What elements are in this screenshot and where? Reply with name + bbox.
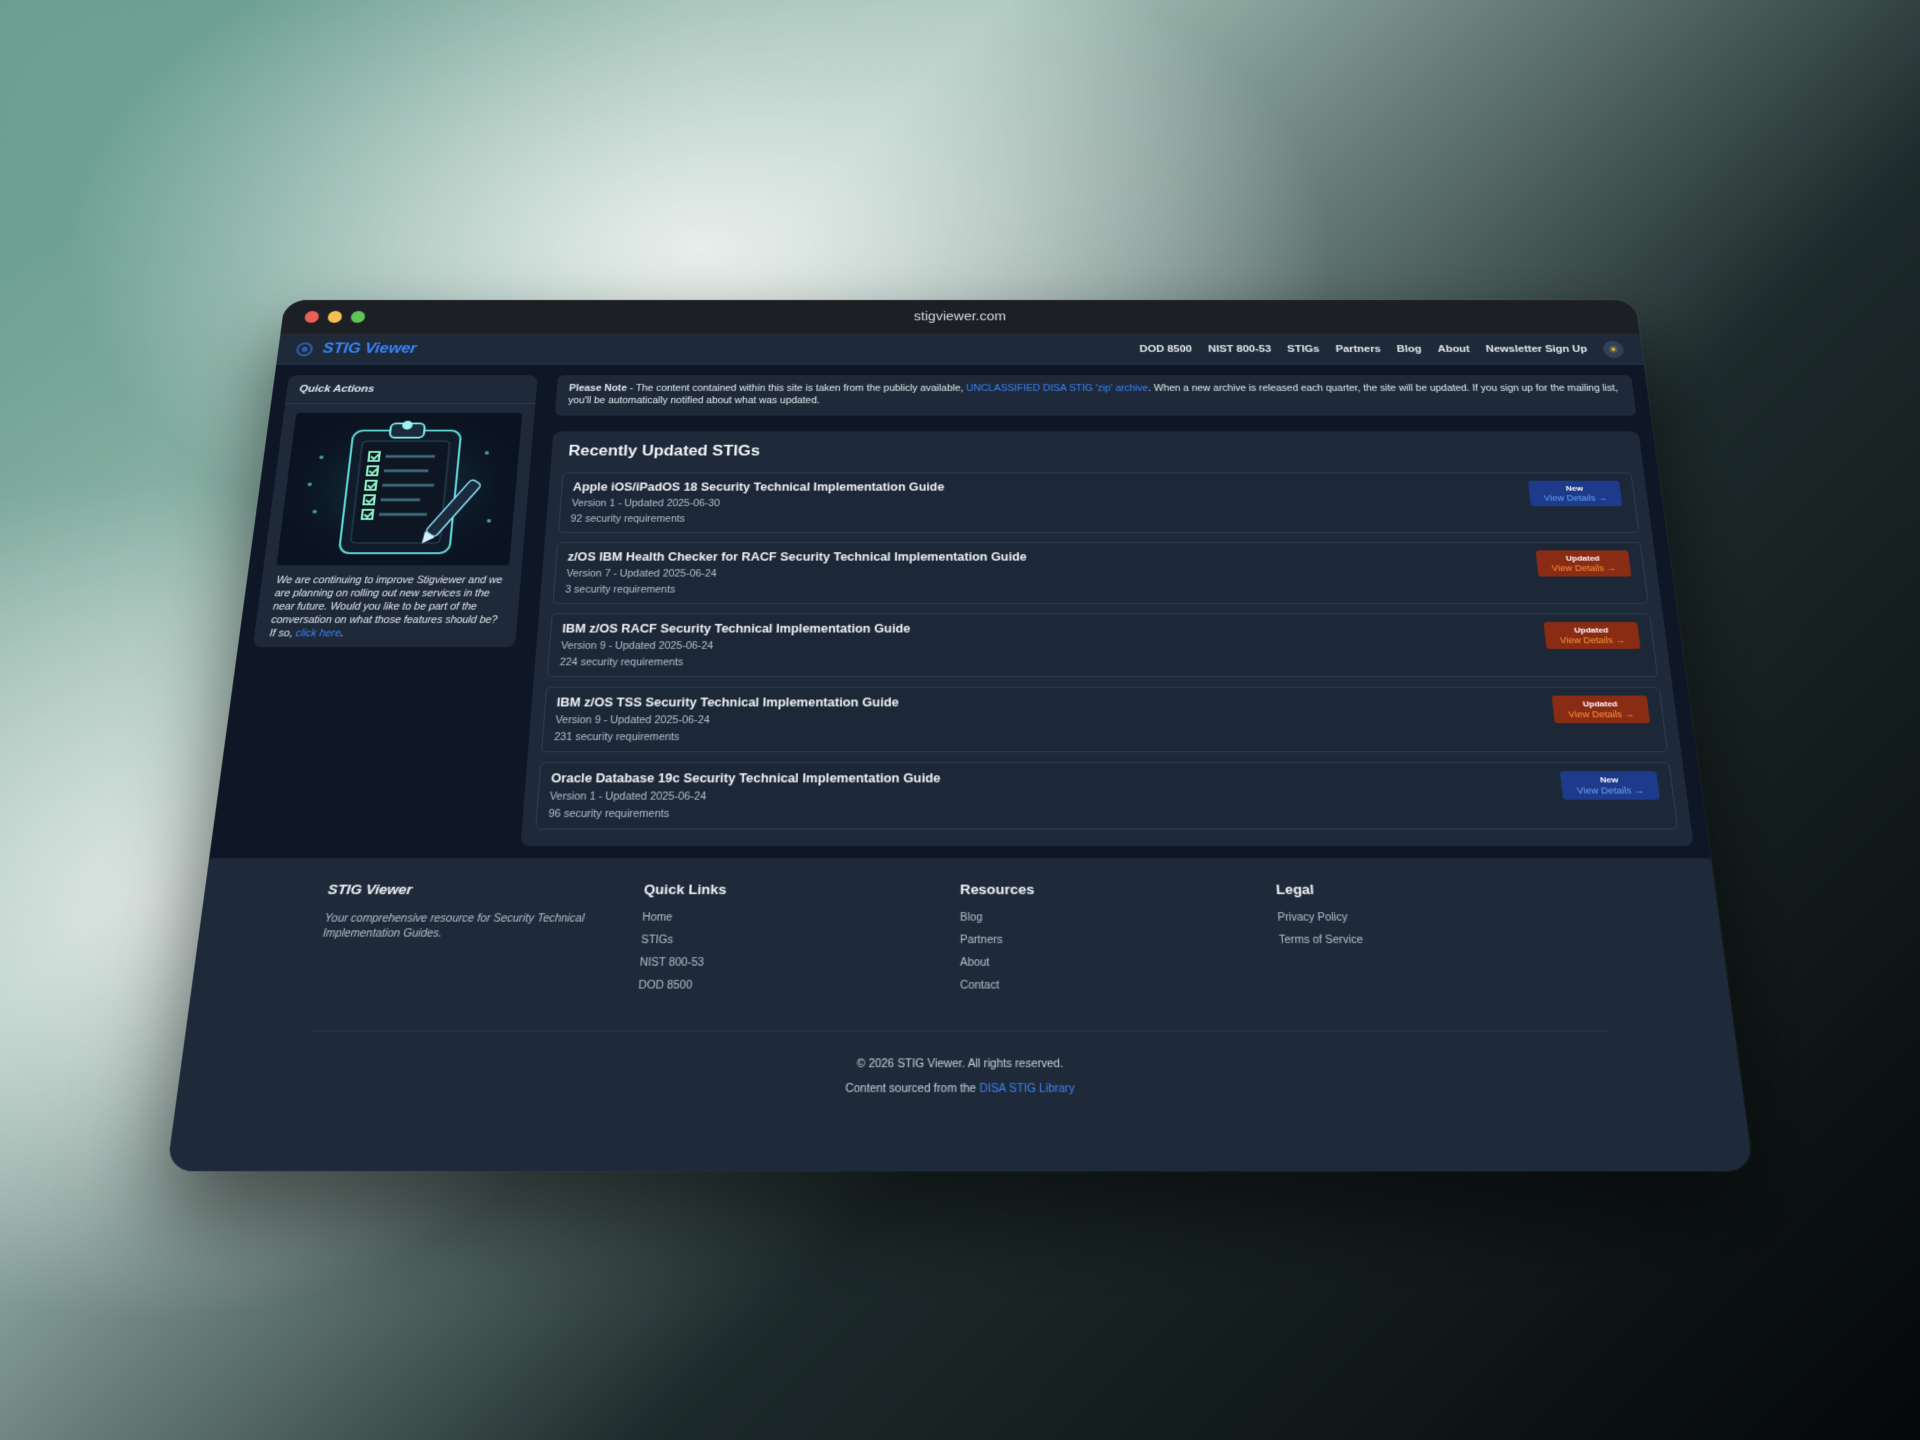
clipboard-illustration	[276, 412, 523, 566]
brand[interactable]: STIG Viewer	[295, 342, 417, 357]
footer-tagline: Your comprehensive resource for Security…	[322, 913, 585, 940]
stig-title: Apple iOS/iPadOS 18 Security Technical I…	[572, 480, 945, 494]
main-area: Quick Actions We are continuing to impro…	[209, 364, 1711, 859]
scene: stigviewer.com STIG Viewer DOD 8500 NIST…	[0, 0, 1920, 1440]
footer-link-stigs[interactable]: STIGs	[641, 935, 960, 947]
footer-link-about[interactable]: About	[960, 957, 1281, 969]
sourced-prefix: Content sourced from the	[845, 1082, 980, 1096]
stig-title: z/OS IBM Health Checker for RACF Securit…	[567, 550, 1027, 564]
status-badge: Updated	[1582, 699, 1618, 709]
view-details-button[interactable]: New View Details →	[1527, 480, 1623, 507]
shield-logo-icon	[295, 342, 314, 357]
disa-archive-link[interactable]: UNCLASSIFIED DISA STIG 'zip' archive	[966, 384, 1148, 394]
footer-legal: Legal Privacy Policy Terms of Service	[1276, 881, 1605, 1002]
nav-link-partners[interactable]: Partners	[1335, 344, 1381, 354]
stig-card[interactable]: Oracle Database 19c Security Technical I…	[535, 762, 1679, 830]
address-bar[interactable]: stigviewer.com	[282, 309, 1638, 323]
footer-link-home[interactable]: Home	[642, 912, 960, 924]
footer-link-nist[interactable]: NIST 800-53	[639, 957, 960, 969]
title-bar: stigviewer.com	[280, 300, 1640, 335]
browser-window: stigviewer.com STIG Viewer DOD 8500 NIST…	[166, 300, 1754, 1172]
stig-title: IBM z/OS RACF Security Technical Impleme…	[561, 622, 911, 636]
footer-link-partners[interactable]: Partners	[960, 935, 1279, 947]
nav-link-stigs[interactable]: STIGs	[1287, 344, 1320, 354]
clipboard-checklist-icon	[276, 412, 523, 566]
stig-version: Version 9 - Updated 2025-06-24	[560, 641, 714, 652]
view-details-button[interactable]: New View Details →	[1559, 771, 1660, 800]
footer-link-privacy[interactable]: Privacy Policy	[1277, 912, 1596, 924]
stig-requirements: 92 security requirements	[570, 514, 686, 525]
footer-link-contact[interactable]: Contact	[960, 980, 1282, 992]
content-column: Please Note - The content contained with…	[520, 375, 1694, 846]
view-details-label: View Details →	[1567, 709, 1635, 720]
click-here-link[interactable]: click here	[295, 629, 341, 640]
footer-legal-heading: Legal	[1275, 881, 1315, 898]
status-badge: Updated	[1565, 554, 1601, 563]
stig-version: Version 1 - Updated 2025-06-30	[571, 498, 721, 509]
brand-name: STIG Viewer	[321, 341, 418, 357]
footer-quick-links-heading: Quick Links	[643, 881, 727, 898]
view-details-label: View Details →	[1551, 563, 1617, 573]
copyright-text: © 2026 STIG Viewer. All rights reserved.	[856, 1058, 1064, 1071]
stig-requirements: 231 security requirements	[553, 732, 680, 744]
footer-link-blog[interactable]: Blog	[960, 912, 1278, 924]
recently-updated-heading: Recently Updated STIGs	[567, 443, 761, 460]
stig-version: Version 7 - Updated 2025-06-24	[566, 569, 717, 580]
nav-link-blog[interactable]: Blog	[1396, 344, 1422, 354]
view-details-label: View Details →	[1559, 635, 1626, 646]
quick-actions-text: We are continuing to improve Stigviewer …	[269, 575, 507, 641]
footer-quick-links: Quick Links Home STIGs NIST 800-53 DOD 8…	[638, 881, 960, 1002]
stig-title: IBM z/OS TSS Security Technical Implemen…	[556, 695, 900, 710]
stig-version: Version 9 - Updated 2025-06-24	[555, 715, 711, 727]
footer-resources: Resources Blog Partners About Contact	[960, 881, 1282, 1002]
disa-library-link[interactable]: DISA STIG Library	[979, 1083, 1074, 1095]
footer-brand-column: STIG Viewer Your comprehensive resource …	[315, 881, 644, 1002]
sourced-line: Content sourced from the DISA STIG Libra…	[176, 1077, 1744, 1102]
footer-resources-heading: Resources	[960, 881, 1035, 898]
quick-actions-end: .	[340, 628, 345, 640]
quick-actions-title: Quick Actions	[285, 375, 538, 405]
view-details-button[interactable]: Updated View Details →	[1543, 622, 1641, 649]
notice-banner: Please Note - The content contained with…	[554, 375, 1637, 416]
view-details-label: View Details →	[1576, 785, 1645, 796]
quick-actions-panel: Quick Actions We are continuing to impro…	[252, 375, 538, 647]
notice-text-1: - The content contained within this site…	[626, 383, 967, 394]
view-details-button[interactable]: Updated View Details →	[1535, 550, 1632, 577]
stig-card[interactable]: IBM z/OS RACF Security Technical Impleme…	[546, 613, 1659, 678]
nav-link-dod-8500[interactable]: DOD 8500	[1139, 344, 1192, 354]
footer-brand: STIG Viewer	[327, 881, 414, 898]
sun-icon[interactable]: ☀	[1602, 340, 1625, 358]
top-nav: STIG Viewer DOD 8500 NIST 800-53 STIGs P…	[276, 334, 1644, 365]
view-details-button[interactable]: Updated View Details →	[1551, 695, 1651, 724]
footer-link-terms[interactable]: Terms of Service	[1279, 935, 1599, 947]
status-badge: New	[1599, 775, 1619, 785]
footer-copyright: © 2026 STIG Viewer. All rights reserved.…	[176, 1053, 1744, 1103]
recently-updated-panel: Recently Updated STIGs Apple iOS/iPadOS …	[520, 431, 1694, 846]
stig-requirements: 3 security requirements	[564, 585, 676, 596]
stig-title: Oracle Database 19c Security Technical I…	[550, 771, 941, 786]
footer-columns: STIG Viewer Your comprehensive resource …	[315, 881, 1605, 1002]
footer-divider	[311, 1030, 1609, 1032]
view-details-label: View Details →	[1543, 493, 1608, 503]
notice-lead: Please Note	[568, 383, 628, 394]
nav-links: DOD 8500 NIST 800-53 STIGs Partners Blog…	[1139, 340, 1625, 358]
nav-link-nist-800-53[interactable]: NIST 800-53	[1208, 344, 1272, 354]
site-footer: STIG Viewer Your comprehensive resource …	[166, 858, 1754, 1172]
stig-card[interactable]: IBM z/OS TSS Security Technical Implemen…	[541, 686, 1669, 753]
status-badge: Updated	[1573, 625, 1609, 635]
stig-requirements: 96 security requirements	[547, 808, 670, 821]
nav-link-newsletter[interactable]: Newsletter Sign Up	[1485, 344, 1587, 354]
nav-link-about[interactable]: About	[1437, 344, 1470, 354]
stig-card[interactable]: Apple iOS/iPadOS 18 Security Technical I…	[558, 472, 1640, 533]
stig-card[interactable]: z/OS IBM Health Checker for RACF Securit…	[552, 542, 1649, 604]
stig-version: Version 1 - Updated 2025-06-24	[549, 791, 707, 803]
footer-link-dod[interactable]: DOD 8500	[638, 980, 960, 992]
stig-requirements: 224 security requirements	[559, 657, 684, 669]
status-badge: New	[1565, 484, 1584, 493]
